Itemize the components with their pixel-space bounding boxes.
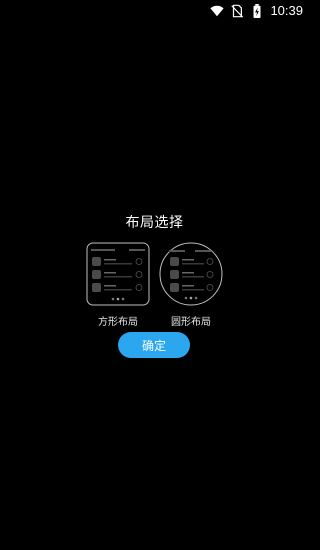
confirm-button[interactable]: 确定: [118, 332, 190, 358]
status-bar: 10:39: [0, 0, 309, 22]
dialog-title: 布局选择: [125, 215, 184, 231]
wifi-icon: [210, 5, 225, 16]
square-layout-preview-icon: [86, 242, 150, 306]
round-layout-label: 圆形布局: [171, 317, 211, 328]
square-layout-label: 方形布局: [98, 317, 138, 328]
battery-charging-icon: [253, 3, 261, 18]
status-icons: 10:39: [210, 3, 303, 18]
square-layout-option[interactable]: 方形布局: [86, 242, 150, 328]
status-time: 10:39: [270, 3, 303, 18]
round-layout-option[interactable]: 圆形布局: [159, 242, 223, 328]
no-sim-icon: [231, 4, 244, 18]
round-layout-preview-icon: [159, 242, 223, 306]
